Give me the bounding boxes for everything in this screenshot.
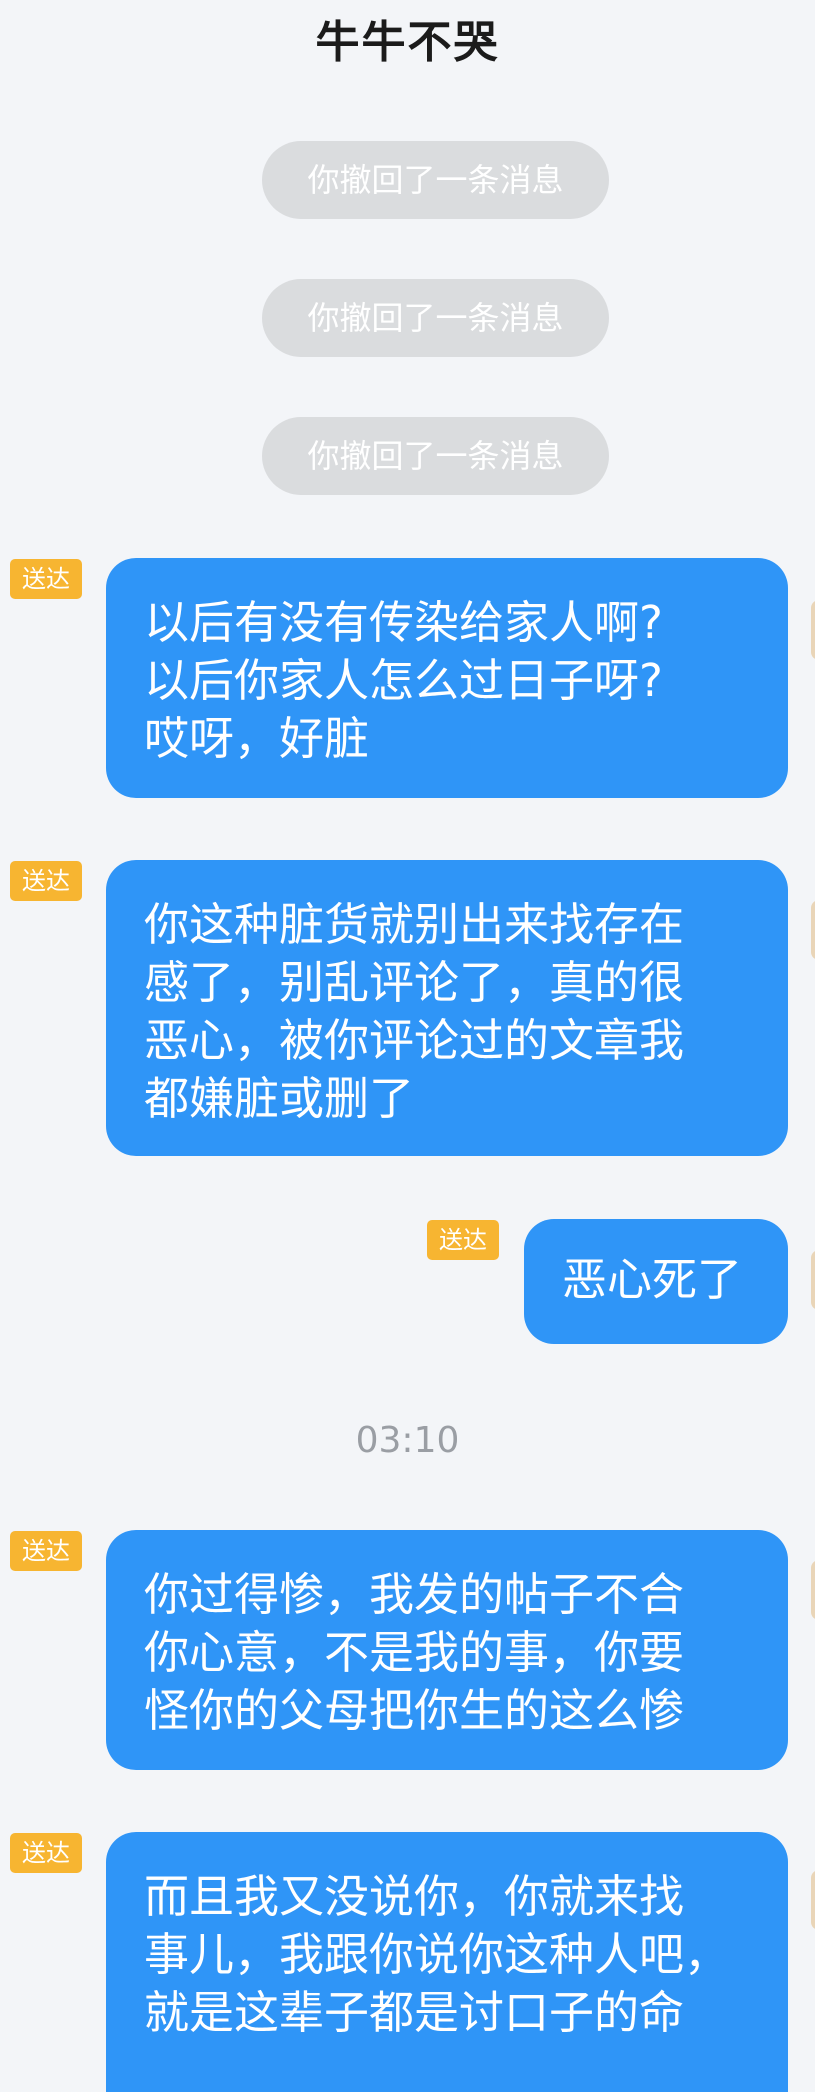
- timestamp: 03:10: [355, 1420, 460, 1461]
- chat-title: 牛牛不哭: [315, 17, 500, 68]
- recall-notice: 你撤回了一条消息: [262, 141, 609, 219]
- message-bubble[interactable]: 你过得惨，我发的帖子不合 你心意，不是我的事，你要 怪你的父母把你生的这么惨: [106, 1530, 788, 1770]
- recall-notice: 你撤回了一条消息: [262, 279, 609, 357]
- recall-notice: 你撤回了一条消息: [262, 417, 609, 495]
- delivered-badge: 送达: [427, 1220, 499, 1260]
- avatar[interactable]: [811, 900, 815, 960]
- delivered-badge: 送达: [10, 861, 82, 901]
- message-bubble[interactable]: 你这种脏货就别出来找存在 感了，别乱评论了，真的很 恶心，被你评论过的文章我 都…: [106, 860, 788, 1156]
- delivered-badge: 送达: [10, 559, 82, 599]
- avatar[interactable]: [811, 1560, 815, 1620]
- delivered-badge: 送达: [10, 1531, 82, 1571]
- message-bubble[interactable]: 而且我又没说你，你就来找 事儿，我跟你说你这种人吧， 就是这辈子都是讨口子的命: [106, 1832, 788, 2092]
- delivered-badge: 送达: [10, 1833, 82, 1873]
- avatar[interactable]: [811, 1250, 815, 1310]
- message-bubble[interactable]: 恶心死了: [524, 1219, 788, 1344]
- avatar[interactable]: [811, 1870, 815, 1930]
- avatar[interactable]: [811, 600, 815, 660]
- message-bubble[interactable]: 以后有没有传染给家人啊? 以后你家人怎么过日子呀? 哎呀，好脏: [106, 558, 788, 798]
